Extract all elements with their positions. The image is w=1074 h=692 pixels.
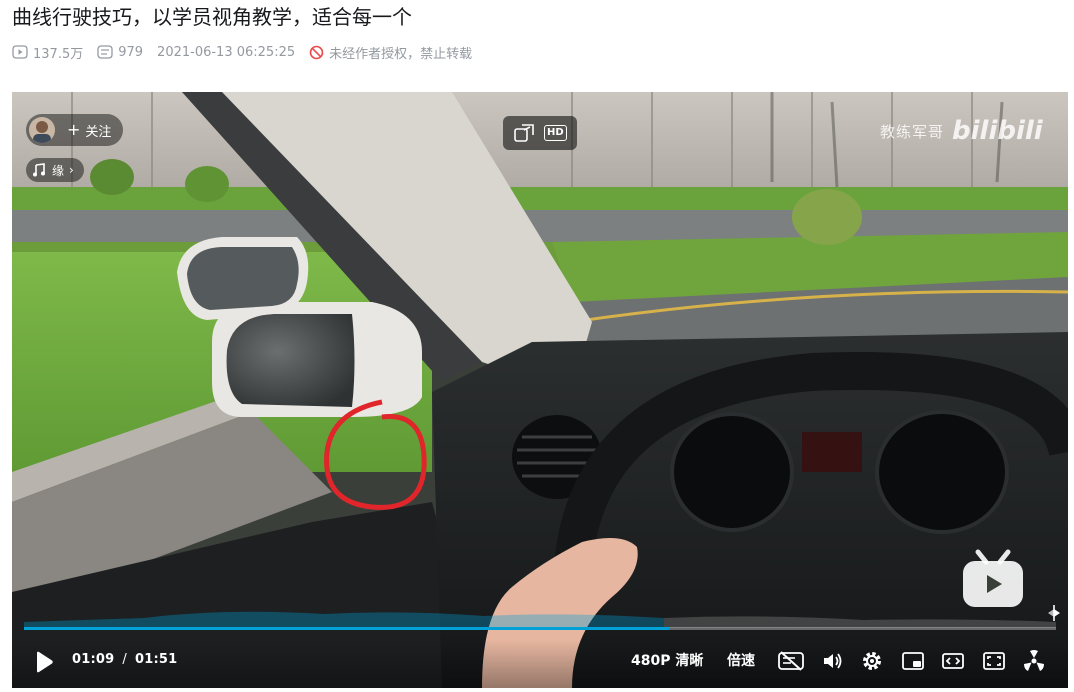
play-icon[interactable] xyxy=(34,651,54,673)
time-display: 01:09 / 01:51 xyxy=(72,652,177,667)
chevron-right-icon: › xyxy=(69,163,74,177)
fullscreen-icon[interactable] xyxy=(1022,649,1046,673)
music-note-icon xyxy=(33,163,45,177)
hd-icon[interactable]: HD xyxy=(543,125,567,141)
danmaku-count: 979 xyxy=(97,45,143,60)
video-player[interactable]: + 关注 缘 › HD 教练军哥 bilibili 01:09 / 01:51 48… xyxy=(12,92,1068,688)
play-count-icon xyxy=(12,45,28,59)
copyright-text: 未经作者授权，禁止转载 xyxy=(329,46,473,62)
top-quick-controls: HD xyxy=(503,116,577,150)
speed-button[interactable]: 倍速 xyxy=(727,650,755,670)
progress-fill xyxy=(24,627,669,630)
mini-player-icon[interactable] xyxy=(513,123,535,143)
publish-date-text: 2021-06-13 06:25:25 xyxy=(157,44,296,60)
video-meta: 137.5万 979 2021-06-13 06:25:25 未经作者授权，禁止… xyxy=(12,42,486,62)
danmaku-off-icon[interactable] xyxy=(777,649,805,673)
current-time: 01:09 xyxy=(72,652,115,667)
progress-bar[interactable] xyxy=(24,611,1056,636)
picture-in-picture-icon[interactable] xyxy=(901,649,925,673)
web-fullscreen-icon[interactable] xyxy=(982,649,1006,673)
music-tag[interactable]: 缘 › xyxy=(26,158,84,182)
watermark-text: 教练军哥 xyxy=(880,122,945,141)
quality-button[interactable]: 480P 清晰 xyxy=(631,650,703,670)
copyright-notice: 未经作者授权，禁止转载 xyxy=(309,43,472,62)
widescreen-icon[interactable] xyxy=(941,649,965,673)
end-marker-icon xyxy=(1048,605,1060,621)
forbidden-icon xyxy=(309,45,324,59)
control-bar: 01:09 / 01:51 480P 清晰 倍速 xyxy=(12,640,1068,688)
follow-button[interactable]: + 关注 xyxy=(26,114,124,146)
volume-icon[interactable] xyxy=(820,649,844,673)
channel-watermark: 教练军哥 bilibili xyxy=(880,116,1043,146)
publish-date: 2021-06-13 06:25:25 xyxy=(157,45,295,60)
video-title: 曲线行驶技巧，以学员视角教学，适合每一个 xyxy=(12,5,412,29)
danmaku-count-icon xyxy=(97,45,113,59)
plus-icon: + xyxy=(67,120,81,139)
danmaku-count-text: 979 xyxy=(118,44,144,60)
music-label: 缘 xyxy=(52,163,65,178)
time-separator: / xyxy=(122,652,127,667)
high-energy-wave xyxy=(24,611,1056,628)
gear-icon[interactable] xyxy=(860,649,884,673)
view-count: 137.5万 xyxy=(12,43,83,62)
uploader-avatar[interactable] xyxy=(29,117,55,143)
view-count-text: 137.5万 xyxy=(33,46,84,62)
follow-label: 关注 xyxy=(85,124,112,140)
watermark-brand: bilibili xyxy=(952,116,1043,146)
duration: 01:51 xyxy=(134,652,178,667)
